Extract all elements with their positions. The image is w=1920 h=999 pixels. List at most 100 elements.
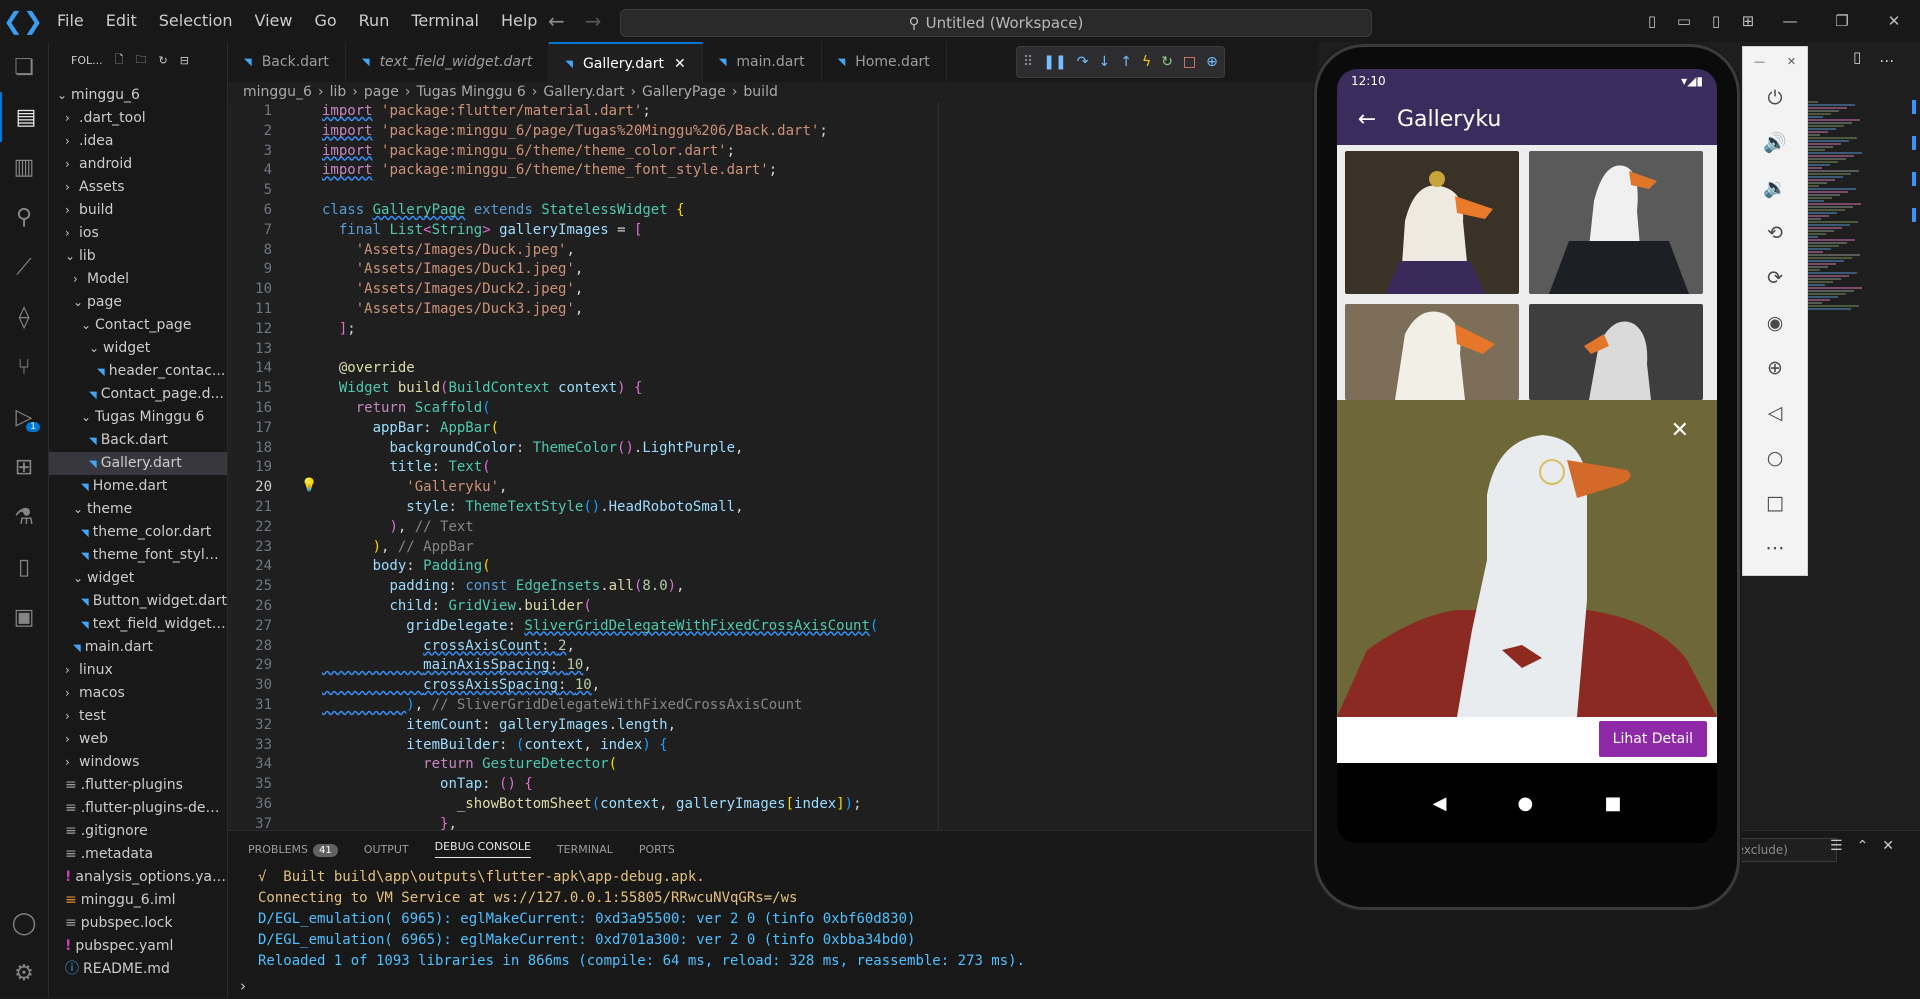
tree-item[interactable]: › windows	[49, 751, 227, 774]
minimize-button[interactable]: —	[1766, 12, 1814, 30]
step-into-icon[interactable]: ↓	[1098, 54, 1110, 70]
tree-item[interactable]: ! pubspec.yaml	[49, 935, 227, 958]
gallery-image-duck1[interactable]	[1529, 151, 1703, 294]
tree-item[interactable]: › Assets	[49, 176, 227, 199]
console-prompt-icon[interactable]: ›	[240, 977, 246, 995]
tree-item[interactable]: › macos	[49, 682, 227, 705]
code-line[interactable]: 20 'Galleryku',	[228, 478, 1318, 498]
zoom-icon[interactable]: ⊕	[1743, 345, 1807, 390]
forward-arrow-icon[interactable]: →	[585, 9, 602, 33]
pause-icon[interactable]: ❚❚	[1043, 54, 1066, 70]
code-line[interactable]: 25 padding: const EdgeInsets.all(8.0),	[228, 577, 1318, 597]
step-over-icon[interactable]: ↷	[1077, 54, 1089, 70]
close-sheet-icon[interactable]: ✕	[1671, 418, 1689, 443]
minimap[interactable]	[1808, 100, 1868, 400]
menu-item-run[interactable]: Run	[348, 0, 401, 42]
split-editor-icon[interactable]: ▯	[1853, 48, 1861, 66]
code-line[interactable]: 15 Widget build(BuildContext context) {	[228, 379, 1318, 399]
maximize-panel-icon[interactable]: ⌃	[1857, 838, 1869, 854]
tree-item[interactable]: ⌄ widget	[49, 567, 227, 590]
tree-item[interactable]: ≡ minggu_6.iml	[49, 889, 227, 912]
tree-item[interactable]: ◥ main.dart	[49, 636, 227, 659]
testing-icon[interactable]: ⚗	[0, 492, 48, 542]
tree-item[interactable]: ◥ theme_font_style....	[49, 544, 227, 567]
hot-reload-icon[interactable]: ϟ	[1142, 54, 1151, 70]
breadcrumb-item[interactable]: minggu_6	[243, 84, 312, 100]
code-line[interactable]: 19 title: Text(	[228, 458, 1318, 478]
run-debug-icon[interactable]: ▷ 1	[0, 392, 48, 442]
drag-handle-icon[interactable]: ⠿	[1023, 54, 1033, 70]
tree-item[interactable]: ⓘ README.md	[49, 958, 227, 981]
menu-item-terminal[interactable]: Terminal	[400, 0, 490, 42]
back-arrow-icon[interactable]: ←	[548, 9, 565, 33]
breadcrumb-item[interactable]: GalleryPage	[642, 84, 726, 100]
code-line[interactable]: 26 child: GridView.builder(	[228, 597, 1318, 617]
app-back-arrow-icon[interactable]: ←	[1337, 107, 1397, 132]
outline-icon[interactable]: ▥	[0, 142, 48, 192]
tree-item[interactable]: ⌄ page	[49, 291, 227, 314]
menu-item-view[interactable]: View	[244, 0, 304, 42]
tree-item[interactable]: ⌄ theme	[49, 498, 227, 521]
panel-tab-ports[interactable]: PORTS	[639, 843, 675, 856]
emu-close-icon[interactable]: ✕	[1787, 55, 1796, 68]
rotate-right-icon[interactable]: ⟳	[1743, 255, 1807, 300]
gallery-image-duck2[interactable]	[1345, 304, 1519, 400]
toggle-panel-icon[interactable]: ▭	[1670, 12, 1698, 30]
code-line[interactable]: 33 itemBuilder: (context, index) {	[228, 736, 1318, 756]
code-line[interactable]: 4 import 'package:minggu_6/theme/theme_fo…	[228, 161, 1318, 181]
emu-back-icon[interactable]: ◁	[1743, 390, 1807, 435]
tree-item[interactable]: ◥ Button_widget.dart	[49, 590, 227, 613]
toggle-sidebar-icon[interactable]: ▯	[1638, 12, 1666, 30]
clear-console-icon[interactable]: ☰	[1830, 838, 1843, 854]
code-line[interactable]: 14 @override	[228, 359, 1318, 379]
code-line[interactable]: 28 crossAxisCount: 2,	[228, 637, 1318, 657]
tree-item[interactable]: › Model	[49, 268, 227, 291]
menu-item-file[interactable]: File	[46, 0, 95, 42]
menu-item-edit[interactable]: Edit	[95, 0, 148, 42]
code-line[interactable]: 16 return Scaffold(	[228, 399, 1318, 419]
power-icon[interactable]: ⏻	[1743, 75, 1807, 120]
emu-home-icon[interactable]: ○	[1743, 435, 1807, 480]
tree-item[interactable]: ⌄ minggu_6	[49, 84, 227, 107]
code-line[interactable]: 10 'Assets/Images/Duck2.jpeg',	[228, 280, 1318, 300]
tab-main-dart[interactable]: ◥ main.dart	[703, 42, 822, 82]
devtools-icon[interactable]: ⊕	[1206, 54, 1218, 70]
tree-item[interactable]: ≡ .flutter-plugins	[49, 774, 227, 797]
code-line[interactable]: 13	[228, 340, 1318, 360]
more-actions-icon[interactable]: …	[1879, 48, 1894, 66]
code-line[interactable]: 6 class GalleryPage extends StatelessWidg…	[228, 201, 1318, 221]
code-line[interactable]: 29 mainAxisSpacing: 10,	[228, 656, 1318, 676]
menu-item-help[interactable]: Help	[490, 0, 548, 42]
tree-item[interactable]: › ios	[49, 222, 227, 245]
code-line[interactable]: 36 _showBottomSheet(context, galleryImag…	[228, 795, 1318, 815]
tab-home-dart[interactable]: ◥ Home.dart	[822, 42, 947, 82]
close-tab-icon[interactable]: ✕	[674, 56, 686, 72]
breadcrumb-item[interactable]: Tugas Minggu 6	[416, 84, 525, 100]
menu-item-selection[interactable]: Selection	[148, 0, 244, 42]
code-line[interactable]: 31 ), // SliverGridDelegateWithFixedCros…	[228, 696, 1318, 716]
camera-icon[interactable]: ◉	[1743, 300, 1807, 345]
tree-item[interactable]: ◥ Home.dart	[49, 475, 227, 498]
breadcrumb-item[interactable]: Gallery.dart	[543, 84, 624, 100]
code-line[interactable]: 23 ), // AppBar	[228, 538, 1318, 558]
tree-item[interactable]: ◥ Gallery.dart	[49, 452, 227, 475]
stop-icon[interactable]: □	[1183, 54, 1196, 70]
tree-item[interactable]: ≡ .metadata	[49, 843, 227, 866]
tree-item[interactable]: › .idea	[49, 130, 227, 153]
tree-item[interactable]: › test	[49, 705, 227, 728]
flutter-icon[interactable]: ⟋	[0, 242, 48, 292]
tree-item[interactable]: ◥ Back.dart	[49, 429, 227, 452]
tree-item[interactable]: ≡ .gitignore	[49, 820, 227, 843]
code-line[interactable]: 24 body: Padding(	[228, 557, 1318, 577]
tree-item[interactable]: › linux	[49, 659, 227, 682]
nav-recents-icon[interactable]: ■	[1604, 793, 1621, 814]
scrollbar-markers[interactable]	[1912, 100, 1920, 244]
customize-layout-icon[interactable]: ⊞	[1734, 12, 1762, 30]
code-line[interactable]: 34 return GestureDetector(	[228, 755, 1318, 775]
tree-item[interactable]: ◥ theme_color.dart	[49, 521, 227, 544]
settings-gear-icon[interactable]: ⚙	[0, 948, 48, 998]
files-icon[interactable]: ▤	[0, 92, 50, 142]
tree-item[interactable]: ! analysis_options.yaml	[49, 866, 227, 889]
code-line[interactable]: 37 },	[228, 815, 1318, 830]
emu-minimize-icon[interactable]: —	[1754, 55, 1765, 68]
